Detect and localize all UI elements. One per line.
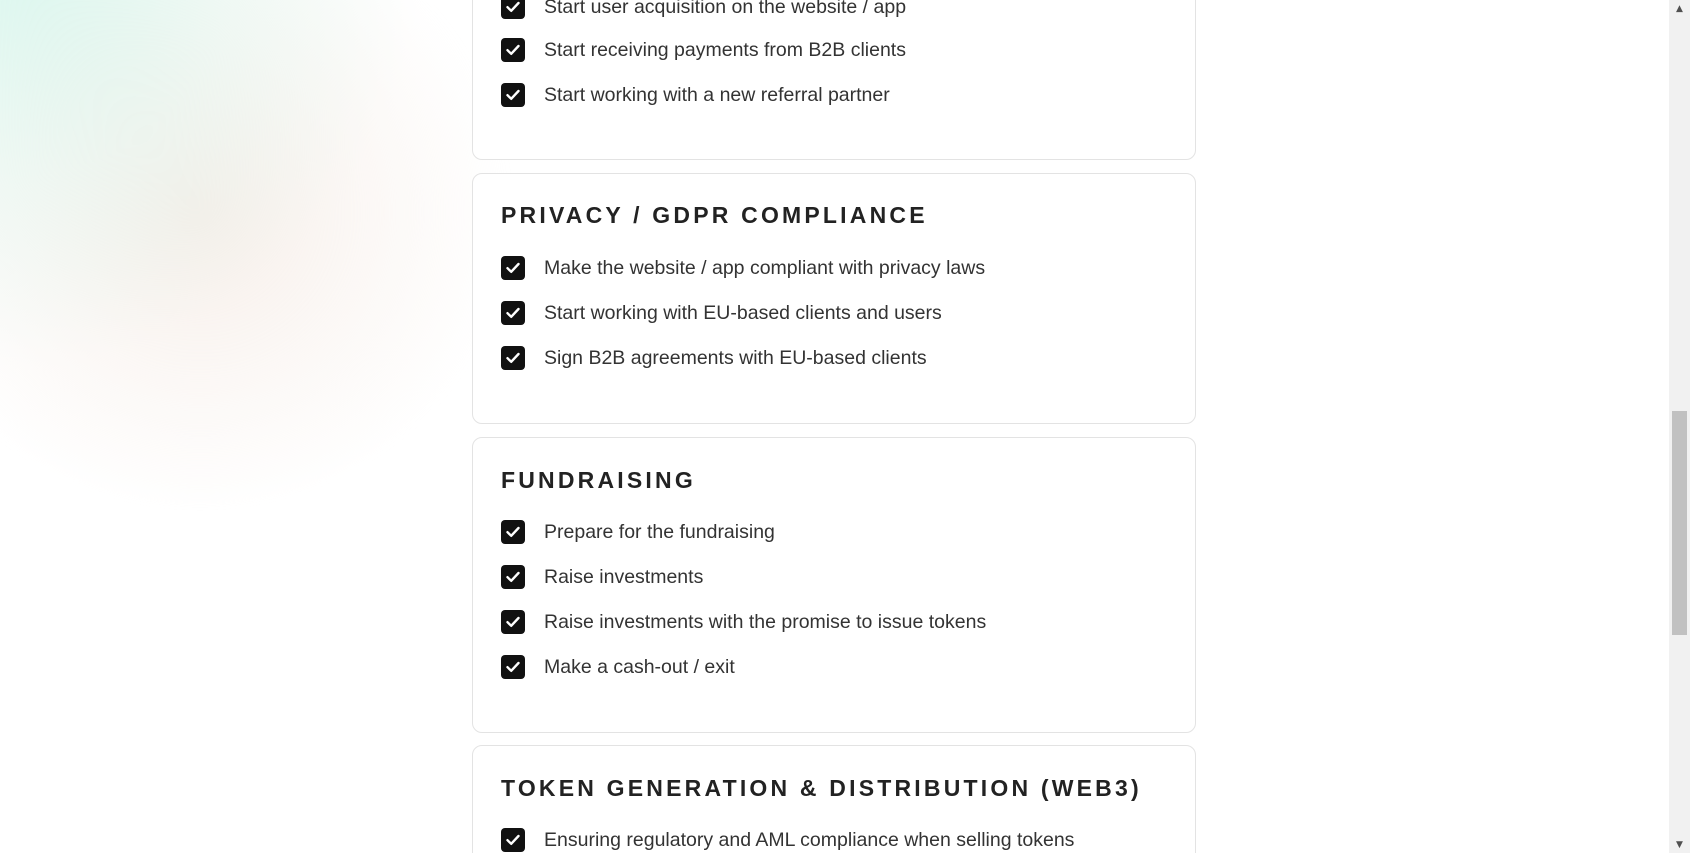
checklist-item-label: Raise investments with the promise to is… [544, 610, 987, 633]
section-card-user-acquisition: Start user acquisition on the website / … [472, 0, 1196, 160]
checklist-item-label: Start receiving payments from B2B client… [544, 38, 906, 61]
checklist-item-label: Sign B2B agreements with EU-based client… [544, 346, 927, 369]
checklist-item[interactable]: Make a cash-out / exit [501, 654, 735, 680]
checkbox-checked-icon[interactable] [501, 610, 525, 634]
checkbox-checked-icon[interactable] [501, 256, 525, 280]
section-title: FUNDRAISING [501, 467, 696, 493]
checklist-item-label: Raise investments [544, 565, 704, 588]
checkbox-checked-icon[interactable] [501, 520, 525, 544]
checklist-item-label: Start working with a new referral partne… [544, 83, 890, 106]
checklist-item-label: Make the website / app compliant with pr… [544, 256, 986, 279]
scroll-down-arrow-icon[interactable]: ▼ [1669, 836, 1690, 853]
background-gradient [0, 0, 520, 500]
checklist-item-label: Ensuring regulatory and AML compliance w… [544, 828, 1075, 851]
checkbox-checked-icon[interactable] [501, 828, 525, 852]
checklist-item-label: Start working with EU-based clients and … [544, 301, 942, 324]
page-viewport: Start user acquisition on the website / … [0, 0, 1690, 853]
checklist-item-label: Start user acquisition on the website / … [544, 0, 907, 18]
checkbox-checked-icon[interactable] [501, 655, 525, 679]
checklist-item-label: Make a cash-out / exit [544, 655, 735, 678]
scrollbar-thumb[interactable] [1672, 411, 1687, 635]
section-card-fundraising: FUNDRAISING Prepare for the fundraising … [472, 437, 1196, 733]
checklist-item[interactable]: Make the website / app compliant with pr… [501, 255, 985, 281]
checkbox-checked-icon[interactable] [501, 346, 525, 370]
checklist-item[interactable]: Start receiving payments from B2B client… [501, 37, 906, 63]
section-card-privacy-gdpr: PRIVACY / GDPR COMPLIANCE Make the websi… [472, 173, 1196, 424]
section-title: PRIVACY / GDPR COMPLIANCE [501, 202, 928, 228]
checklist-item[interactable]: Start working with EU-based clients and … [501, 300, 942, 326]
checkbox-checked-icon[interactable] [501, 565, 525, 589]
checklist-item[interactable]: Prepare for the fundraising [501, 519, 775, 545]
vertical-scrollbar[interactable]: ▲ ▼ [1669, 0, 1690, 853]
checklist-item[interactable]: Raise investments with the promise to is… [501, 609, 986, 635]
checklist-item[interactable]: Raise investments [501, 564, 703, 590]
scroll-up-arrow-icon[interactable]: ▲ [1669, 0, 1690, 17]
section-card-token-generation: TOKEN GENERATION & DISTRIBUTION (WEB3) E… [472, 745, 1196, 853]
checklist-item[interactable]: Start working with a new referral partne… [501, 82, 890, 108]
section-title: TOKEN GENERATION & DISTRIBUTION (WEB3) [501, 775, 1142, 801]
checkbox-checked-icon[interactable] [501, 83, 525, 107]
checklist-item[interactable]: Start user acquisition on the website / … [501, 0, 906, 20]
checkbox-checked-icon[interactable] [501, 38, 525, 62]
checklist-item[interactable]: Sign B2B agreements with EU-based client… [501, 345, 927, 371]
checklist-item-label: Prepare for the fundraising [544, 520, 775, 543]
checklist-item[interactable]: Ensuring regulatory and AML compliance w… [501, 827, 1074, 853]
checkbox-checked-icon[interactable] [501, 0, 525, 19]
checkbox-checked-icon[interactable] [501, 301, 525, 325]
